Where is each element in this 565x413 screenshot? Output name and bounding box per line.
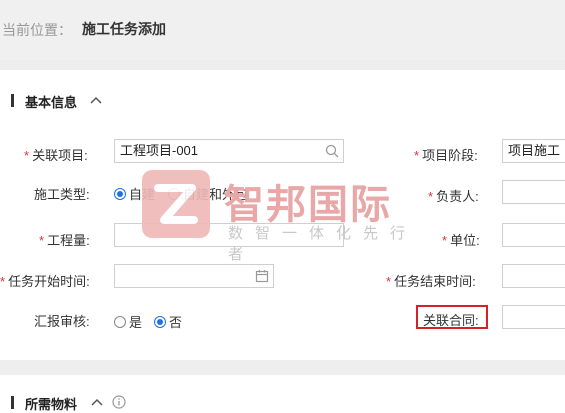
chevron-up-icon[interactable] (90, 96, 102, 104)
materials-card (0, 375, 565, 413)
start-time-input[interactable] (114, 264, 274, 288)
unit-label: * 单位: (442, 233, 480, 248)
contract-label: 关联合同: (423, 313, 479, 328)
type-option-self[interactable]: 自建 (114, 184, 155, 203)
quantity-input[interactable] (114, 223, 344, 247)
info-icon[interactable] (112, 395, 126, 409)
section-marker (11, 396, 14, 409)
section-title-materials: 所需物料 (25, 397, 78, 412)
quantity-label: * 工程量: (39, 233, 90, 248)
section-title-basic: 基本信息 (25, 95, 78, 110)
end-time-input[interactable] (502, 264, 565, 288)
report-option-yes[interactable]: 是 (114, 312, 142, 331)
project-label: * 关联项目: (24, 148, 88, 163)
stage-label: * 项目阶段: (414, 148, 478, 163)
search-icon[interactable] (325, 144, 339, 158)
start-time-label: * 任务开始时间: (0, 274, 90, 289)
type-label: 施工类型: (34, 187, 90, 202)
radio-icon (114, 315, 126, 328)
report-option-no[interactable]: 否 (154, 312, 182, 331)
radio-selected-icon (154, 315, 166, 328)
report-label: 汇报审核: (34, 314, 90, 329)
chevron-up-icon[interactable] (91, 398, 103, 406)
radio-icon (168, 187, 180, 200)
section-marker (11, 94, 14, 107)
page-title: 施工任务添加 (82, 21, 166, 37)
project-input[interactable]: 工程项目-001 (114, 139, 344, 163)
owner-input[interactable] (502, 180, 565, 204)
breadcrumb-label: 当前位置： (2, 22, 72, 38)
breadcrumb: 当前位置： 施工任务添加 (0, 0, 565, 60)
calendar-icon[interactable] (255, 269, 269, 283)
end-time-label: * 任务结束时间: (386, 274, 476, 289)
stage-select[interactable]: 项目施工 (502, 139, 565, 163)
owner-label: * 负责人: (428, 189, 479, 204)
type-option-mixed[interactable]: 自建和外包 (168, 184, 248, 203)
contract-input[interactable] (502, 305, 565, 329)
radio-selected-icon (114, 187, 126, 200)
unit-input[interactable] (502, 223, 565, 247)
